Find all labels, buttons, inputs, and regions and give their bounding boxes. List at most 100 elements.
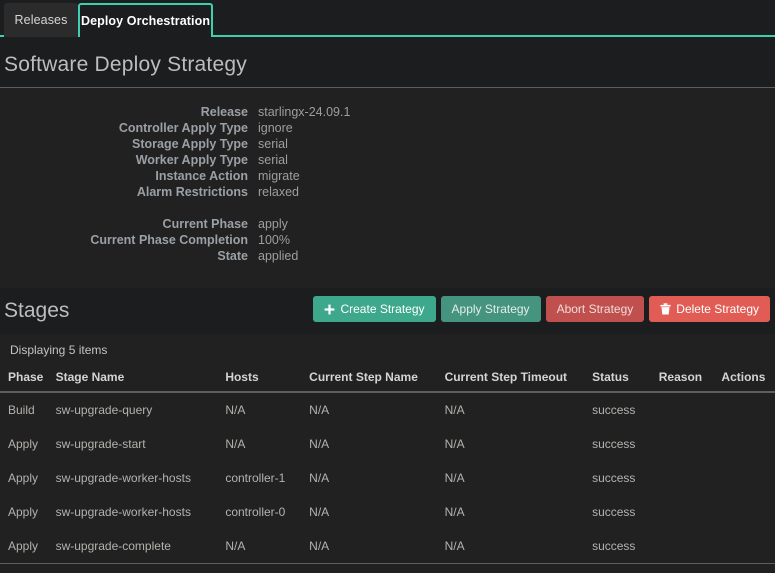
apply-strategy-button[interactable]: Apply Strategy [440, 296, 541, 322]
create-strategy-label: Create Strategy [340, 302, 425, 316]
strategy-detail-list: Release starlingx-24.09.1 Controller App… [0, 104, 775, 264]
column-header-actions[interactable]: Actions [721, 366, 775, 393]
cell-status: success [592, 505, 636, 519]
column-header-phase[interactable]: Phase [0, 366, 56, 393]
abort-strategy-label: Abort Strategy [556, 302, 634, 316]
strategy-detail-panel: Release starlingx-24.09.1 Controller App… [0, 88, 775, 288]
column-header-hosts[interactable]: Hosts [225, 366, 310, 393]
cell-stage-name: sw-upgrade-worker-hosts [55, 471, 191, 485]
table-item-count-top: Displaying 5 items [10, 343, 108, 357]
cell-hosts: controller-1 [225, 471, 286, 485]
cell-phase: Apply [8, 471, 39, 485]
cell-current-step-name: N/A [309, 403, 330, 417]
detail-value: migrate [258, 169, 300, 183]
detail-row-instance-action: Instance Action migrate [0, 168, 775, 184]
cell-phase: Apply [0, 529, 56, 564]
cell-actions [721, 427, 775, 461]
cell-reason [659, 392, 722, 427]
detail-row-storage-apply-type: Storage Apply Type serial [0, 136, 775, 152]
detail-label: Worker Apply Type [135, 153, 248, 167]
trash-icon [660, 303, 671, 315]
tab-releases-label: Releases [14, 13, 68, 27]
column-header-current-step-name[interactable]: Current Step Name [309, 366, 445, 393]
cell-reason [658, 529, 722, 564]
cell-current-step-name: N/A [309, 471, 330, 485]
cell-stage-name: sw-upgrade-start [55, 437, 146, 451]
cell-reason [659, 461, 722, 495]
table-header-row: Phase Stage Name Hosts Current Step Name… [0, 366, 775, 393]
column-header-status[interactable]: Status [592, 366, 659, 393]
cell-reason [659, 495, 722, 529]
cell-current-step-name: N/A [309, 529, 445, 564]
cell-status: success [592, 471, 636, 485]
table-row[interactable]: Apply sw-upgrade-worker-hosts controller… [0, 461, 775, 495]
detail-row-state: State applied [0, 248, 775, 264]
table-row[interactable]: Apply sw-upgrade-complete N/A N/A N/A su… [0, 529, 775, 564]
cell-current-step-timeout: N/A [444, 437, 465, 451]
detail-row-worker-apply-type: Worker Apply Type serial [0, 152, 775, 168]
table-item-count-bottom: Displaying 5 items [0, 564, 775, 573]
detail-row-current-phase: Current Phase apply [0, 216, 775, 232]
detail-label: Controller Apply Type [118, 121, 248, 135]
cell-phase: Build [8, 403, 35, 417]
cell-hosts: N/A [225, 437, 246, 451]
cell-stage-name: sw-upgrade-query [55, 403, 153, 417]
tab-deploy-orchestration-label: Deploy Orchestration [80, 14, 211, 28]
cell-reason [659, 427, 722, 461]
stages-table: Phase Stage Name Hosts Current Step Name… [0, 366, 775, 564]
detail-row-release: Release starlingx-24.09.1 [0, 104, 775, 120]
cell-status: success [592, 403, 636, 417]
detail-value: relaxed [258, 185, 299, 199]
column-header-stage-name[interactable]: Stage Name [55, 366, 226, 393]
create-strategy-button[interactable]: Create Strategy [313, 296, 436, 322]
cell-actions [721, 529, 775, 564]
abort-strategy-button[interactable]: Abort Strategy [545, 296, 645, 322]
table-row[interactable]: Apply sw-upgrade-start N/A N/A N/A succe… [0, 427, 775, 461]
detail-label: Current Phase [162, 217, 248, 231]
detail-row-alarm-restrictions: Alarm Restrictions relaxed [0, 184, 775, 200]
cell-current-step-name: N/A [309, 437, 330, 451]
stages-table-panel: Displaying 5 items Phase Stage Name Host… [0, 334, 775, 573]
stages-title: Stages [4, 299, 70, 322]
cell-hosts: N/A [225, 403, 246, 417]
detail-group-spacer [0, 200, 775, 216]
detail-label: State [217, 249, 248, 263]
cell-current-step-timeout: N/A [444, 471, 465, 485]
cell-actions [721, 495, 775, 529]
detail-value: 100% [258, 233, 290, 247]
column-header-current-step-timeout[interactable]: Current Step Timeout [444, 366, 593, 393]
detail-row-controller-apply-type: Controller Apply Type ignore [0, 120, 775, 136]
cell-stage-name: sw-upgrade-complete [55, 529, 226, 564]
tab-bar: Releases Deploy Orchestration [0, 0, 775, 39]
apply-strategy-label: Apply Strategy [451, 302, 530, 316]
cell-hosts: controller-0 [225, 505, 286, 519]
cell-current-step-name: N/A [309, 505, 330, 519]
cell-stage-name: sw-upgrade-worker-hosts [55, 505, 191, 519]
cell-actions [721, 392, 775, 427]
detail-label: Release [200, 105, 248, 119]
detail-value: serial [258, 137, 288, 151]
detail-value: apply [258, 217, 288, 231]
detail-value: serial [258, 153, 288, 167]
cell-current-step-timeout: N/A [444, 403, 465, 417]
detail-value: starlingx-24.09.1 [258, 105, 351, 119]
column-header-reason[interactable]: Reason [658, 366, 722, 393]
tab-releases[interactable]: Releases [4, 3, 78, 37]
table-row[interactable]: Apply sw-upgrade-worker-hosts controller… [0, 495, 775, 529]
cell-current-step-timeout: N/A [444, 529, 593, 564]
stages-table-head: Phase Stage Name Hosts Current Step Name… [0, 366, 775, 393]
delete-strategy-button[interactable]: Delete Strategy [649, 296, 770, 322]
stages-header: Stages Create Strategy Apply Strategy Ab… [0, 288, 775, 334]
stages-table-body: Build sw-upgrade-query N/A N/A N/A succe… [0, 392, 775, 564]
cell-current-step-timeout: N/A [444, 505, 465, 519]
detail-label: Current Phase Completion [90, 233, 248, 247]
page-title: Software Deploy Strategy [4, 53, 247, 76]
cell-phase: Apply [8, 505, 39, 519]
detail-value: applied [258, 249, 299, 263]
cell-status: success [592, 529, 659, 564]
tab-deploy-orchestration[interactable]: Deploy Orchestration [78, 3, 213, 39]
cell-status: success [592, 437, 636, 451]
detail-label: Alarm Restrictions [136, 185, 248, 199]
table-row[interactable]: Build sw-upgrade-query N/A N/A N/A succe… [0, 392, 775, 427]
delete-strategy-label: Delete Strategy [676, 302, 759, 316]
